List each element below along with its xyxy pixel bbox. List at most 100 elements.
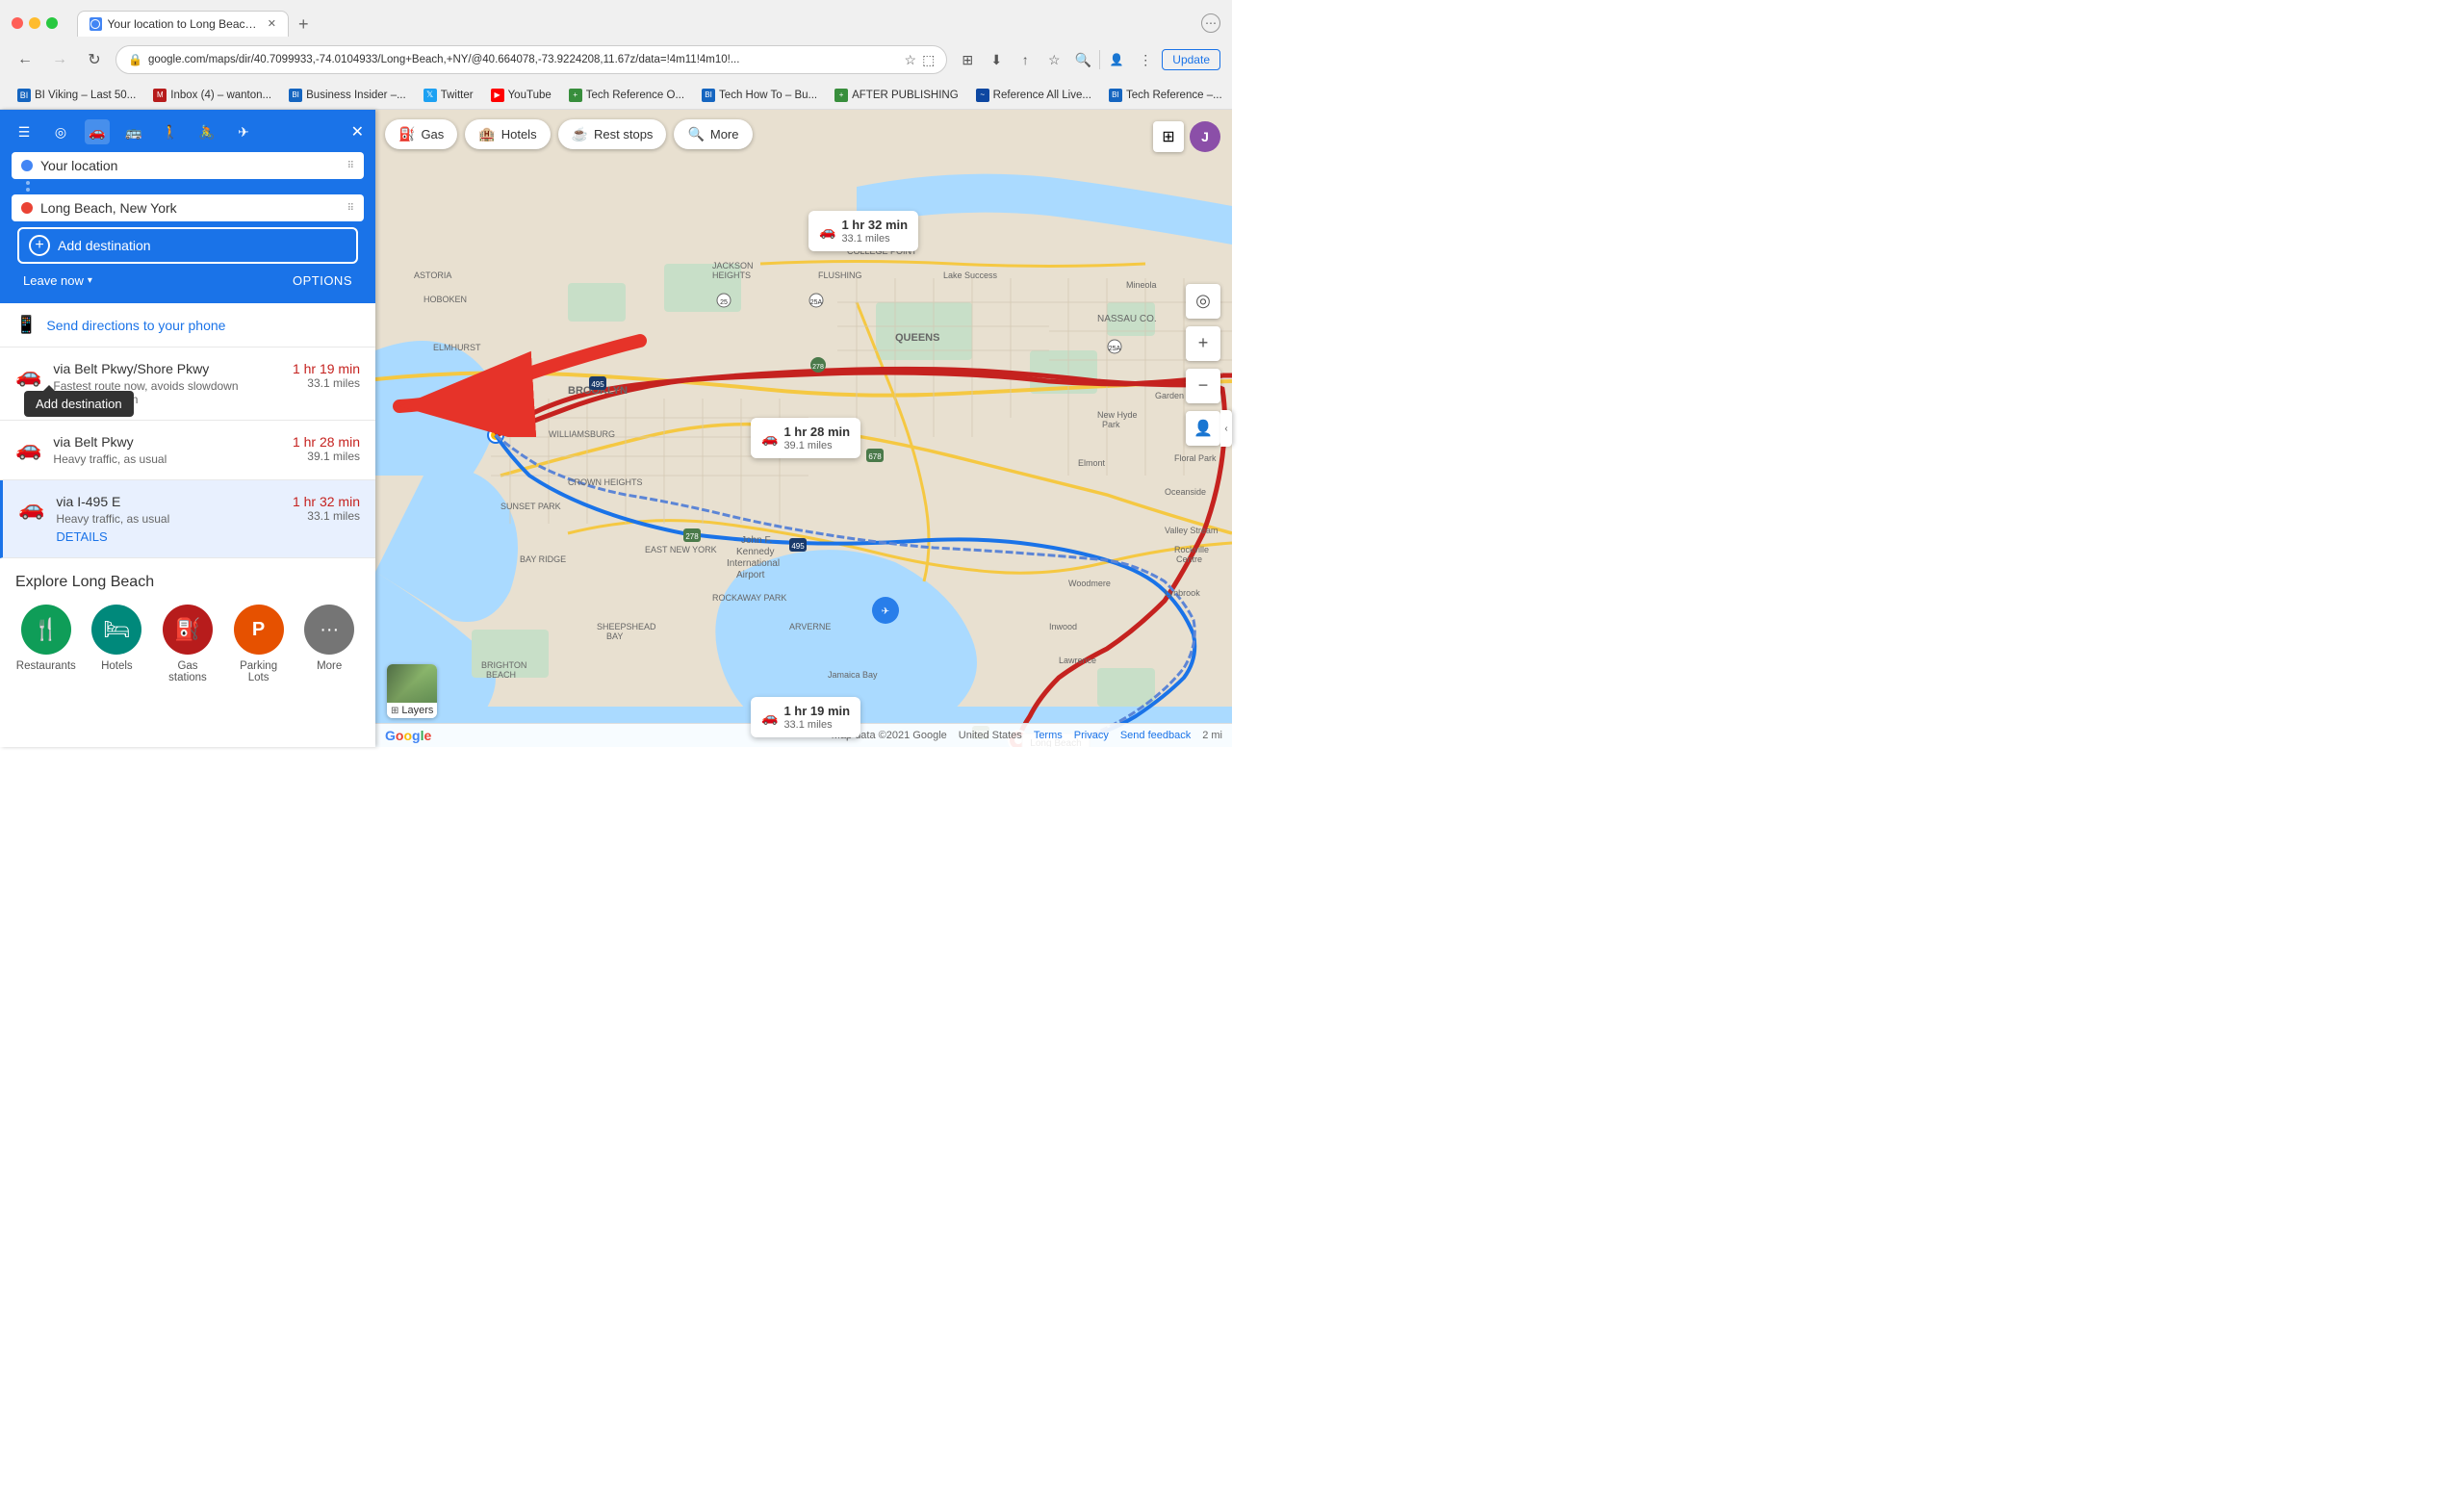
bookmark-star-icon[interactable]: ☆ [905,52,917,68]
zoom-out-button[interactable]: − [1186,369,1220,403]
bookmark-tech-ref2[interactable]: BI Tech Reference –... [1103,87,1228,104]
map-grid-button[interactable]: ⊞ [1153,121,1184,152]
hotels-button[interactable]: 🏨 Hotels [465,119,550,149]
add-destination-tooltip: Add destination [24,391,134,417]
svg-text:Valley Stream: Valley Stream [1165,526,1218,535]
svg-text:BAY: BAY [606,631,623,641]
explore-restaurants[interactable]: 🍴 Restaurants [15,605,77,683]
bi-icon: BI [289,89,302,102]
svg-text:FLUSHING: FLUSHING [818,270,862,280]
more-map-button[interactable]: 🔍 More [674,119,752,149]
sidebar-top: ☰ ◎ 🚗 🚌 🚶 🚴 ✈ ✕ Your location ⠿ [0,110,375,303]
hamburger-menu-icon[interactable]: ☰ [12,119,37,144]
connector-dot [26,194,30,198]
bookmark-ref-all-live[interactable]: ~ Reference All Live... [970,87,1097,104]
bookmark-tech-reference[interactable]: + Tech Reference O... [563,87,690,104]
route-desc-1: Heavy traffic, as usual [53,452,281,466]
explore-section: Explore Long Beach 🍴 Restaurants 🛏 Hotel… [0,558,375,699]
parking-icon: P [234,605,284,655]
street-view-button[interactable]: 👤 [1186,411,1220,446]
options-button[interactable]: OPTIONS [293,273,352,288]
svg-text:ROCKAWAY PARK: ROCKAWAY PARK [712,593,786,603]
transport-walk-icon[interactable]: 🚶 [158,119,183,144]
route-item-1[interactable]: 🚗 via Belt Pkwy Heavy traffic, as usual … [0,421,375,480]
zoom-in-button[interactable]: + [1186,326,1220,361]
bookmark-inbox[interactable]: M Inbox (4) – wanton... [147,87,277,104]
route-box-1: 🚗 1 hr 28 min 39.1 miles [751,418,860,458]
destination-drag-handle[interactable]: ⠿ [347,203,354,214]
explore-hotels[interactable]: 🛏 Hotels [87,605,148,683]
gas-button[interactable]: ⛽ Gas [385,119,457,149]
explore-parking[interactable]: P Parking Lots [228,605,290,683]
destination-input-row[interactable]: Long Beach, New York ⠿ [12,194,364,221]
explore-gas-stations[interactable]: ⛽ Gas stations [157,605,218,683]
cast-icon[interactable]: ⬚ [922,52,935,68]
bookmark-business-insider[interactable]: BI Business Insider –... [283,87,412,104]
address-text: google.com/maps/dir/40.7099933,-74.01049… [148,54,899,65]
map-area[interactable]: ✈ BROOKLYN QUEENS NASSAU CO. FLUSHING JA… [375,110,1232,747]
google-logo-area: Google [385,728,431,743]
layers-button[interactable]: ⊞ Layers [387,664,437,718]
explore-grid: 🍴 Restaurants 🛏 Hotels ⛽ Gas stations P … [15,605,360,683]
privacy-link[interactable]: Privacy [1074,730,1109,741]
bookmark-twitter[interactable]: 𝕏 Twitter [418,87,479,104]
bookmark-after-publishing[interactable]: + AFTER PUBLISHING [829,87,964,104]
route-car-icon-0: 🚗 [15,363,41,388]
close-directions-button[interactable]: ✕ [351,122,364,142]
origin-drag-handle[interactable]: ⠿ [347,161,354,171]
new-tab-button[interactable]: + [293,13,315,37]
terms-link[interactable]: Terms [1034,730,1063,741]
route-item-2[interactable]: 🚗 via I-495 E Heavy traffic, as usual DE… [0,480,375,558]
my-location-button[interactable]: ◎ [1186,284,1220,319]
transport-icons: ☰ ◎ 🚗 🚌 🚶 🚴 ✈ [12,119,256,144]
active-tab[interactable]: Your location to Long Beach, N... ✕ [77,11,289,37]
ref-all-icon: ~ [976,89,989,102]
bookmark-youtube[interactable]: ▶ YouTube [485,87,557,104]
bookmark-bi-viking[interactable]: BI BI Viking – Last 50... [12,87,141,104]
rest-stops-button[interactable]: ☕ Rest stops [558,119,667,149]
transport-transit-icon[interactable]: 🚌 [121,119,146,144]
origin-input-row[interactable]: Your location ⠿ [12,152,364,179]
browser-menu-icon[interactable]: ⋯ [1201,13,1220,33]
maximize-traffic-light[interactable] [46,17,58,29]
transport-car-icon[interactable]: 🚗 [85,119,110,144]
minimize-traffic-light[interactable] [29,17,40,29]
update-button[interactable]: Update [1162,49,1220,70]
back-button[interactable]: ← [12,46,38,73]
close-traffic-light[interactable] [12,17,23,29]
sync-icon[interactable]: ↑ [1013,47,1038,72]
add-destination-row[interactable]: + Add destination [19,229,356,262]
collapse-sidebar-button[interactable]: ‹ [1220,410,1232,447]
transport-flight-icon[interactable]: ✈ [231,119,256,144]
zoom-icon[interactable]: 🔍 [1070,47,1095,72]
map-toolbar: ⛽ Gas 🏨 Hotels ☕ Rest stops 🔍 More [385,119,753,149]
svg-text:25: 25 [720,299,728,306]
transport-nav-icon[interactable]: ◎ [48,119,73,144]
bookmark-icon[interactable]: ☆ [1041,47,1066,72]
tab-close-button[interactable]: ✕ [268,17,276,30]
send-directions-button[interactable]: 📱 Send directions to your phone [0,303,375,348]
explore-more[interactable]: ··· More [298,605,360,683]
address-bar[interactable]: 🔒 google.com/maps/dir/40.7099933,-74.010… [116,45,947,74]
refresh-button[interactable]: ↻ [81,46,108,73]
route-dist-2: 33.1 miles [293,509,360,523]
tech-howto-icon: BI [702,89,715,102]
forward-button[interactable]: → [46,46,73,73]
settings-button[interactable]: ⋮ [1133,47,1158,72]
svg-text:ASTORIA: ASTORIA [414,270,451,280]
map-user-avatar[interactable]: J [1190,121,1220,152]
leave-now-dropdown[interactable]: Leave now ▾ [23,273,92,288]
extensions-button[interactable]: ⊞ [955,47,980,72]
svg-text:495: 495 [791,542,805,551]
gas-stations-label: Gas stations [157,660,218,683]
route-box-dist-1: 39.1 miles [783,440,850,451]
svg-text:Floral Park: Floral Park [1174,453,1217,463]
details-link[interactable]: DETAILS [56,529,281,544]
profile-button[interactable]: 👤 [1104,47,1129,72]
feedback-link[interactable]: Send feedback [1120,730,1191,741]
transport-bike-icon[interactable]: 🚴 [194,119,219,144]
title-bar: Your location to Long Beach, N... ✕ + ⋯ [0,0,1232,39]
bookmark-tech-howto[interactable]: BI Tech How To – Bu... [696,87,823,104]
downloads-icon[interactable]: ⬇ [984,47,1009,72]
connector-dot [26,188,30,192]
